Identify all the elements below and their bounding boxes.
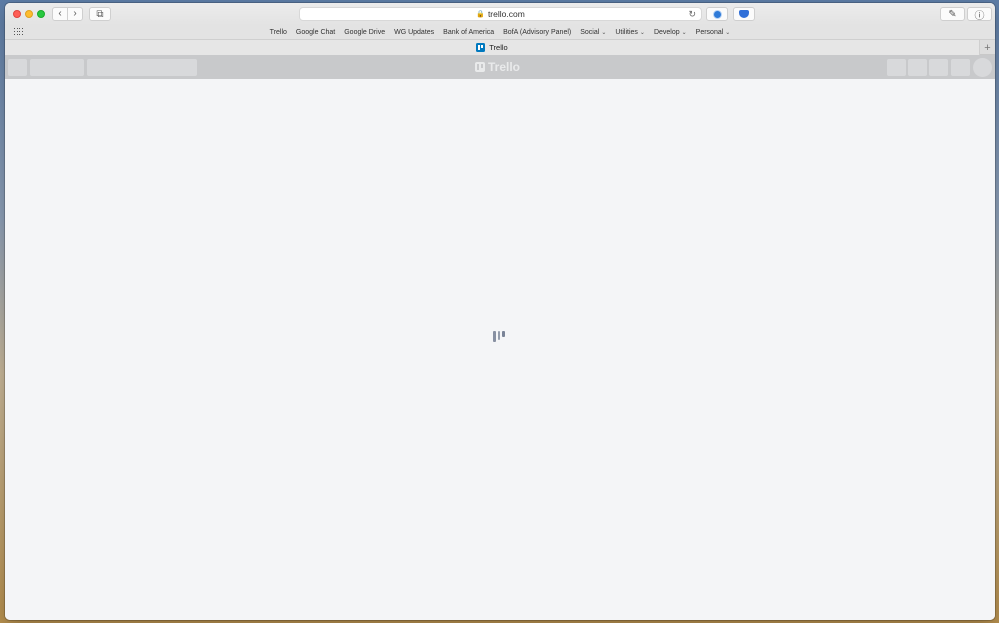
reload-icon[interactable]: ↻ — [688, 9, 696, 20]
trello-logo[interactable]: Trello — [475, 60, 520, 74]
header-placeholder — [908, 59, 927, 76]
browser-window: ‹ › ⧉ 🔒 trello.com ↻ ✎ ⓘ Trello Google C… — [5, 3, 995, 620]
back-forward-group: ‹ › — [52, 7, 83, 21]
favorite-folder-social[interactable]: Social ⌄ — [576, 29, 611, 36]
favorite-wg-updates[interactable]: WG Updates — [390, 29, 439, 36]
trello-header-skeleton: Trello — [5, 55, 995, 79]
browser-toolbar: ‹ › ⧉ 🔒 trello.com ↻ ✎ ⓘ — [5, 3, 995, 25]
tab-trello[interactable]: Trello — [5, 40, 979, 55]
info-button[interactable]: ⓘ — [967, 7, 992, 22]
new-tab-button[interactable]: + — [979, 40, 995, 55]
chevron-down-icon: ⌄ — [601, 29, 607, 36]
header-placeholder — [929, 59, 948, 76]
favorite-bank-of-america[interactable]: Bank of America — [439, 29, 499, 36]
tab-bar: Trello + — [5, 39, 995, 55]
favorite-folder-utilities[interactable]: Utilities ⌄ — [611, 29, 650, 36]
password-manager-icon — [712, 9, 722, 19]
close-window-button[interactable] — [13, 10, 21, 18]
trello-favicon-icon — [476, 43, 486, 52]
info-icon: ⓘ — [974, 10, 985, 22]
pocket-icon — [739, 10, 749, 18]
favorite-google-drive[interactable]: Google Drive — [340, 29, 390, 36]
favorite-bofa-advisory[interactable]: BofA (Advisory Panel) — [499, 29, 576, 36]
favorite-folder-develop[interactable]: Develop ⌄ — [649, 29, 691, 36]
chevron-down-icon: ⌄ — [639, 29, 645, 36]
favorite-google-chat[interactable]: Google Chat — [291, 29, 339, 36]
favorite-folder-personal[interactable]: Personal ⌄ — [691, 29, 735, 36]
avatar-placeholder — [973, 58, 992, 77]
plus-icon: + — [984, 41, 991, 54]
minimize-window-button[interactable] — [25, 10, 33, 18]
sidebar-button[interactable]: ✎ — [940, 7, 965, 21]
header-placeholder — [30, 59, 84, 76]
forward-icon[interactable]: › — [68, 8, 82, 20]
chevron-down-icon: ⌄ — [725, 29, 731, 36]
loading-spinner-icon — [493, 331, 507, 343]
chevron-down-icon: ⌄ — [681, 29, 687, 36]
tabs-overview-icon: ⧉ — [96, 8, 104, 20]
trello-logo-icon — [475, 62, 485, 72]
header-placeholder — [87, 59, 197, 76]
sidebar-icon: ✎ — [948, 8, 957, 20]
header-placeholder — [8, 59, 27, 76]
header-placeholder — [887, 59, 906, 76]
show-tabs-button[interactable]: ⧉ — [89, 7, 111, 21]
back-icon[interactable]: ‹ — [53, 8, 67, 20]
lock-icon: 🔒 — [476, 11, 485, 18]
maximize-window-button[interactable] — [37, 10, 45, 18]
url-text: trello.com — [487, 9, 525, 19]
favorite-trello[interactable]: Trello — [265, 29, 291, 36]
page-content — [5, 79, 995, 620]
favorites-bar: Trello Google Chat Google Drive WG Updat… — [5, 25, 995, 39]
trello-logo-text: Trello — [488, 60, 521, 74]
password-extension-button[interactable] — [706, 7, 728, 21]
header-placeholder — [951, 59, 970, 76]
tab-title: Trello — [489, 43, 508, 52]
address-bar[interactable]: 🔒 trello.com ↻ — [299, 7, 702, 21]
pocket-extension-button[interactable] — [733, 7, 755, 21]
apps-grid-icon[interactable] — [14, 28, 23, 36]
